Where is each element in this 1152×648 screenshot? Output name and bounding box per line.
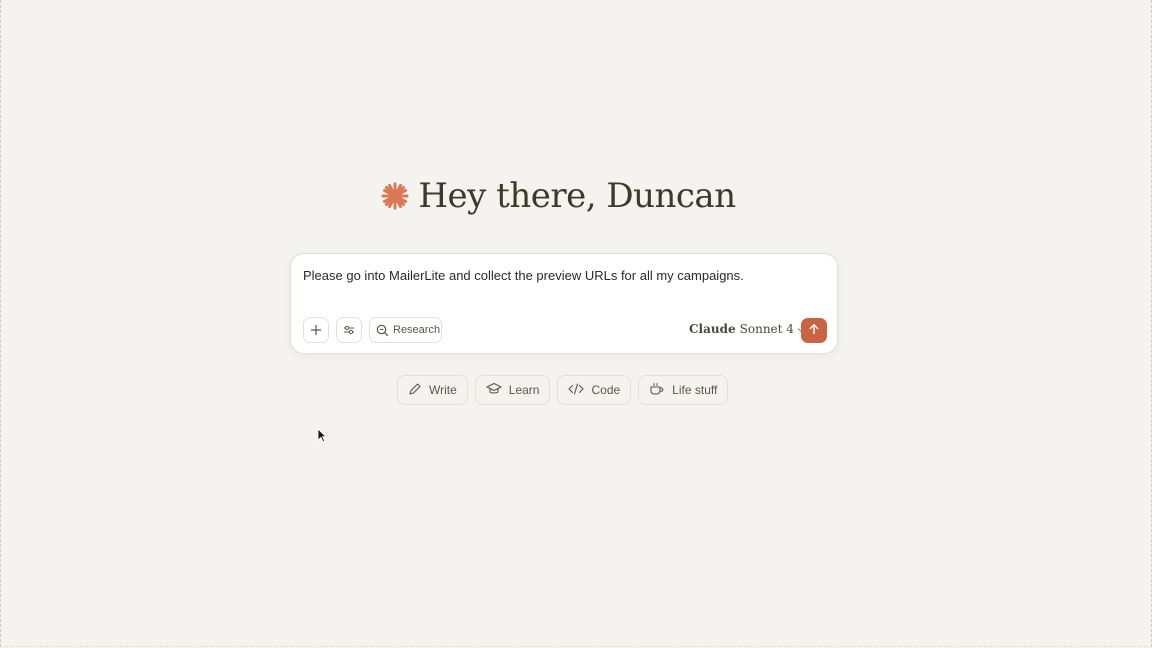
research-label: Research	[393, 324, 441, 336]
graduation-cap-icon	[486, 382, 502, 399]
chip-life-stuff-label: Life stuff	[672, 383, 718, 397]
model-selector[interactable]: Claude Sonnet 4	[689, 322, 805, 336]
prompt-input[interactable]: Please go into MailerLite and collect th…	[303, 268, 744, 283]
sliders-icon	[343, 324, 355, 336]
chat-composer: Please go into MailerLite and collect th…	[290, 253, 838, 354]
chip-write-label: Write	[429, 383, 457, 397]
code-icon	[568, 382, 585, 399]
model-name: Sonnet 4	[739, 322, 794, 336]
add-content-button[interactable]	[303, 317, 329, 343]
coffee-cup-icon	[649, 382, 665, 399]
plus-icon	[310, 324, 322, 336]
search-icon	[376, 324, 389, 337]
chip-code[interactable]: Code	[557, 375, 632, 405]
chip-code-label: Code	[591, 383, 621, 397]
send-button[interactable]	[801, 318, 827, 343]
greeting: Hey there, Duncan	[0, 176, 1152, 216]
suggestion-chips: Write Learn Code Life stuff	[397, 375, 735, 405]
arrow-up-icon	[808, 322, 820, 340]
chip-write[interactable]: Write	[397, 375, 468, 405]
chip-learn-label: Learn	[508, 383, 540, 397]
claude-starburst-icon	[380, 181, 410, 211]
greeting-text: Hey there, Duncan	[418, 176, 736, 216]
pencil-icon	[408, 382, 422, 399]
chip-learn[interactable]: Learn	[474, 375, 551, 405]
model-brand: Claude	[689, 322, 736, 336]
chip-life-stuff[interactable]: Life stuff	[638, 375, 729, 405]
tools-button[interactable]	[336, 317, 362, 343]
mouse-cursor-icon	[317, 428, 327, 448]
research-button[interactable]: Research	[369, 317, 442, 343]
